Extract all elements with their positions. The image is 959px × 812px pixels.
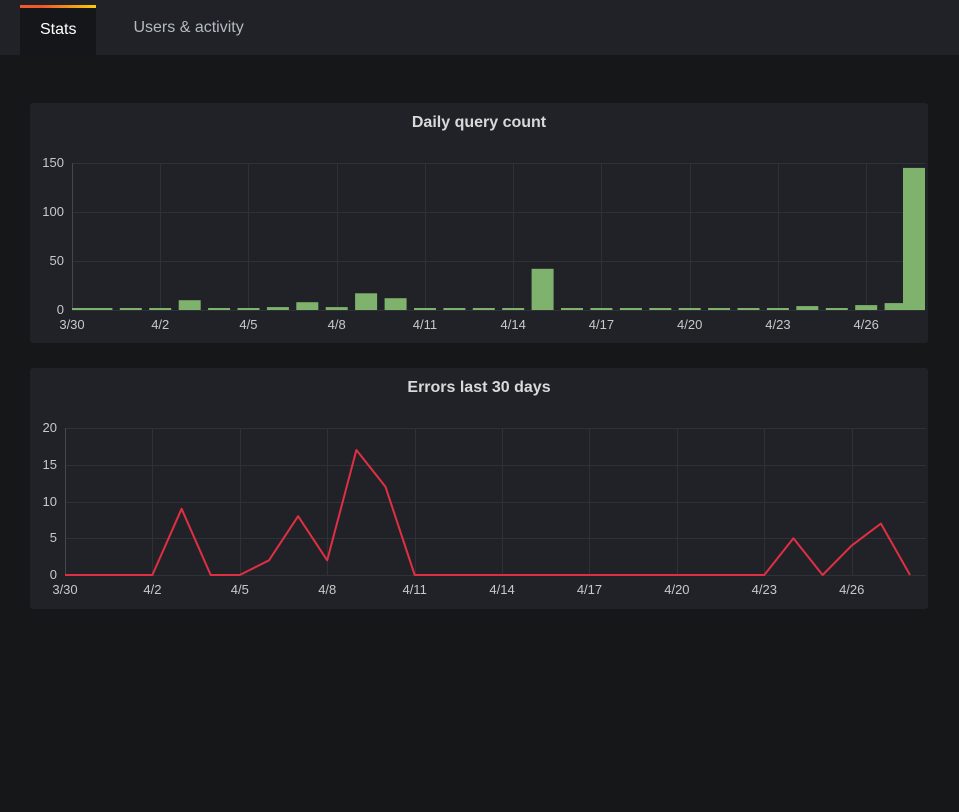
errors-last-30-days-chart[interactable]: 0 5 10 15 20 3/30 4/2 4/5 4/8 4/11 4/14 4/17 4/20 4/2…	[30, 368, 928, 609]
x-tick-label: 4/14	[501, 317, 526, 333]
query-count-bar	[855, 305, 877, 310]
query-count-bar	[355, 293, 377, 310]
query-count-bar	[267, 307, 289, 310]
y-tick-label: 150	[30, 155, 64, 171]
query-count-bar	[120, 308, 142, 310]
active-tab-indicator	[20, 5, 96, 8]
tab-users-activity-label: Users & activity	[133, 19, 243, 37]
y-tick-label: 0	[30, 302, 64, 318]
query-count-bar	[561, 308, 583, 310]
tab-stats[interactable]: Stats	[20, 5, 96, 55]
dashboard-content: Daily query count 0501001503/304/24/54/8…	[0, 55, 959, 609]
y-tick-label: 0	[30, 567, 57, 583]
query-count-bar	[649, 308, 671, 310]
y-tick-label: 100	[30, 204, 64, 220]
x-tick-label: 4/2	[143, 582, 161, 598]
x-tick-label: 4/2	[151, 317, 169, 333]
x-tick-label: 4/8	[328, 317, 346, 333]
query-count-bar	[208, 308, 230, 310]
x-tick-label: 4/5	[231, 582, 249, 598]
x-tick-label: 4/17	[589, 317, 614, 333]
x-tick-label: 4/17	[577, 582, 602, 598]
y-tick-label: 15	[30, 457, 57, 473]
query-count-bar	[532, 269, 554, 310]
x-tick-label: 4/8	[318, 582, 336, 598]
query-count-bar	[296, 302, 318, 310]
y-tick-label: 10	[30, 494, 57, 510]
errors-line-series	[65, 450, 910, 575]
tab-users-activity[interactable]: Users & activity	[113, 0, 263, 55]
tab-bar: Stats Users & activity	[0, 0, 959, 55]
y-tick-label: 50	[30, 253, 64, 269]
query-count-bar	[443, 308, 465, 310]
x-tick-label: 4/20	[664, 582, 689, 598]
panel-daily-query-count: Daily query count 0501001503/304/24/54/8…	[30, 103, 928, 343]
daily-query-count-chart[interactable]: 0 50 100 150 3/30 4/2 4/5 4/8 4/11 4/14 4/17 4/20 4/…	[30, 103, 928, 343]
x-tick-label: 4/23	[765, 317, 790, 333]
query-count-bar	[738, 308, 760, 310]
query-count-bar	[708, 308, 730, 310]
query-count-bar	[179, 300, 201, 310]
query-count-bar	[385, 298, 407, 310]
x-tick-label: 4/26	[839, 582, 864, 598]
x-tick-label: 4/23	[752, 582, 777, 598]
x-tick-label: 4/14	[489, 582, 514, 598]
query-count-bar	[149, 308, 171, 310]
bar-plot-area[interactable]	[72, 163, 925, 310]
line-plot-area[interactable]	[65, 428, 926, 575]
query-count-bar	[473, 308, 495, 310]
query-count-bar	[502, 308, 524, 310]
tab-stats-label: Stats	[40, 21, 76, 39]
query-count-bar	[679, 308, 701, 310]
query-count-bar	[90, 308, 112, 310]
panel-errors-last-30-days: Errors last 30 days 051015203/304/24/54/…	[30, 368, 928, 609]
query-count-bar	[826, 308, 848, 310]
query-count-bar	[796, 306, 818, 310]
query-count-bar	[326, 307, 348, 310]
y-tick-label: 5	[30, 530, 57, 546]
x-tick-label: 4/5	[239, 317, 257, 333]
query-count-bar	[620, 308, 642, 310]
x-tick-label: 3/30	[52, 582, 77, 598]
x-tick-label: 4/11	[413, 317, 437, 333]
query-count-bar	[590, 308, 612, 310]
query-count-bar	[903, 168, 925, 310]
x-tick-label: 4/26	[854, 317, 879, 333]
query-count-bar	[767, 308, 789, 310]
query-count-bar	[238, 308, 260, 310]
y-tick-label: 20	[30, 420, 57, 436]
x-tick-label: 4/20	[677, 317, 702, 333]
x-tick-label: 4/11	[402, 582, 426, 598]
x-tick-label: 3/30	[59, 317, 84, 333]
query-count-bar	[414, 308, 436, 310]
